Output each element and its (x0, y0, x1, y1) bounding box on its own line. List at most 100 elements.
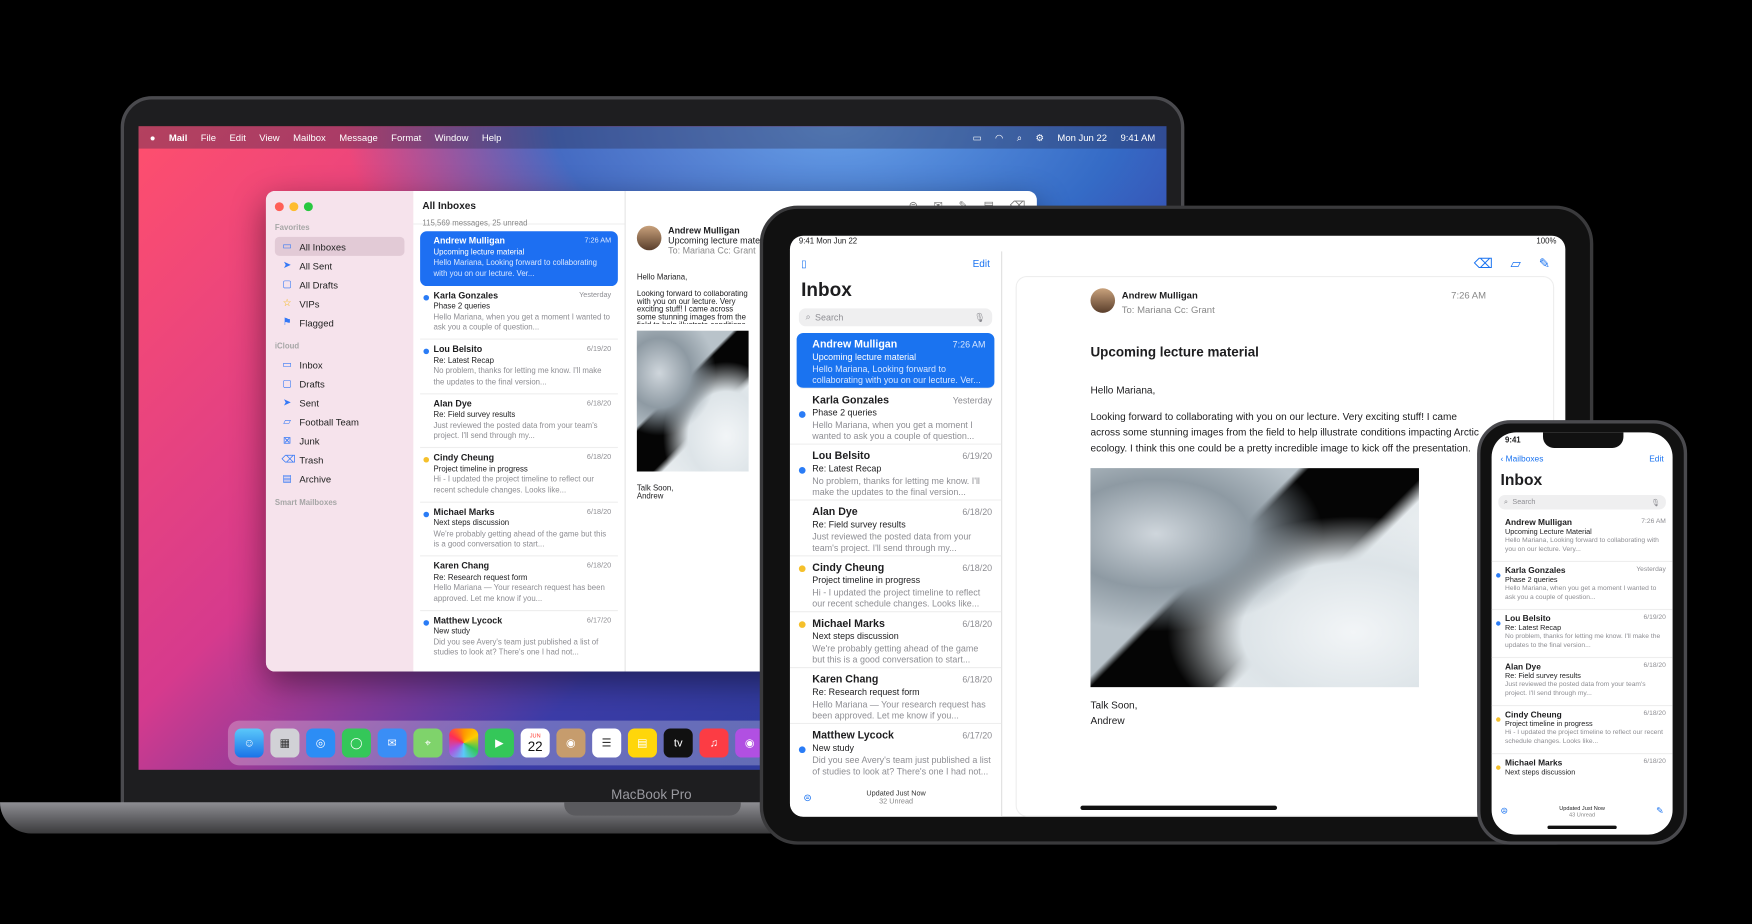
message-body: Looking forward to collaborating with yo… (1090, 411, 1479, 454)
launchpad-icon[interactable]: ▦ (270, 728, 300, 758)
reminders-icon[interactable]: ☰ (592, 728, 622, 758)
flag-dot (1496, 765, 1501, 770)
message-row[interactable]: Cindy Cheung 6/18/20 Project timeline in p… (789, 556, 1002, 613)
edit-button[interactable]: Edit (973, 258, 990, 270)
menu-help[interactable]: Help (482, 132, 502, 143)
message-row[interactable]: Karen Chang 6/18/20 Re: Research request f… (789, 668, 1002, 725)
sidebar-item-all-drafts[interactable]: ▢ All Drafts (275, 275, 405, 294)
ipad-device: 9:41 Mon Jun 22 100% ▯ Edit Inbox ⌕ Searc… (759, 205, 1594, 845)
cc-recipient[interactable]: Grant (733, 246, 755, 256)
menu-date[interactable]: Mon Jun 22 (1057, 131, 1107, 143)
search-input[interactable]: ⌕ Search 🎙 (1498, 494, 1666, 510)
calendar-icon[interactable]: JUN 22 (520, 728, 550, 758)
list-subtitle: 115,569 messages, 25 unread (422, 220, 528, 228)
notes-icon[interactable]: ▤ (627, 728, 657, 758)
sidebar-item-inbox[interactable]: ▭ Inbox (275, 355, 405, 374)
menu-time[interactable]: 9:41 AM (1120, 131, 1155, 143)
flag-dot (1496, 717, 1501, 722)
sidebar-item-drafts[interactable]: ▢ Drafts (275, 374, 405, 393)
filter-icon[interactable]: ⊜ (803, 792, 811, 804)
menu-format[interactable]: Format (391, 132, 421, 143)
maps-icon[interactable]: ⌖ (413, 728, 443, 758)
wifi-icon[interactable]: ◠ (995, 131, 1003, 143)
message-row[interactable]: Lou Belsito 6/19/20 Re: Latest Recap No pro… (420, 340, 618, 394)
facetime-icon[interactable]: ▶ (484, 728, 514, 758)
window-controls (274, 202, 405, 212)
compose-icon[interactable]: ✎ (1539, 256, 1550, 272)
microphone-icon[interactable]: 🎙 (1651, 498, 1660, 507)
minimize-button[interactable] (289, 202, 299, 212)
sidebar-item-trash[interactable]: ⌫ Trash (275, 450, 405, 469)
sidebar-item-sent[interactable]: ➤ Sent (275, 393, 405, 412)
close-button[interactable] (274, 202, 284, 212)
message-row[interactable]: Andrew Mulligan 7:26 AM Upcoming lecture m… (796, 332, 995, 389)
message-row[interactable]: Karla Gonzales Yesterday Phase 2 queries He… (1491, 562, 1673, 611)
sidebar-item-all-sent[interactable]: ➤ All Sent (275, 256, 405, 275)
message-row[interactable]: Cindy Cheung 6/18/20 Project timeline in p… (420, 448, 618, 503)
message-row[interactable]: Cindy Cheung 6/18/20 Project timeline in p… (1491, 706, 1673, 755)
message-row[interactable]: Alan Dye 6/18/20 Re: Field survey results J… (420, 394, 618, 449)
menu-message[interactable]: Message (339, 132, 378, 143)
cc-recipient[interactable]: Grant (1191, 304, 1215, 315)
folder-icon[interactable]: ▱ (1511, 256, 1521, 272)
flag-icon: ⚑ (282, 316, 292, 328)
sidebar-toggle-icon[interactable]: ▯ (801, 258, 807, 270)
search-icon: ⌕ (1503, 497, 1508, 506)
sidebar-item-junk[interactable]: ⊠ Junk (275, 431, 405, 450)
safari-icon[interactable]: ◎ (306, 728, 336, 758)
inbox-icon: ▭ (282, 240, 292, 252)
contacts-icon[interactable]: ◉ (556, 728, 586, 758)
mail-icon[interactable]: ✉ (377, 728, 407, 758)
ipad-toolbar: ⌫ ▱ ✎ (1474, 256, 1550, 272)
sidebar-item-vips[interactable]: ☆ VIPs (275, 294, 405, 313)
menu-window[interactable]: Window (435, 132, 469, 143)
back-button[interactable]: ‹ Mailboxes (1501, 454, 1544, 464)
edit-button[interactable]: Edit (1649, 454, 1663, 464)
menu-mailbox[interactable]: Mailbox (293, 132, 326, 143)
search-icon[interactable]: ⌕ (1017, 131, 1022, 143)
filter-icon[interactable]: ⊜ (1501, 806, 1508, 816)
message-row[interactable]: Matthew Lycock 6/17/20 New study Did you se… (790, 724, 1001, 780)
message-row[interactable]: Lou Belsito 6/19/20 Re: Latest Recap No pro… (789, 445, 1002, 501)
sidebar-item-football-team[interactable]: ▱ Football Team (275, 412, 405, 431)
message-row[interactable]: Karla Gonzales Yesterday Phase 2 queries He… (420, 285, 618, 340)
sidebar-item-flagged[interactable]: ⚑ Flagged (275, 313, 405, 332)
search-input[interactable]: ⌕ Search 🎙 (798, 308, 993, 327)
trash-icon[interactable]: ⌫ (1474, 256, 1493, 272)
message-row[interactable]: Michael Marks 6/18/20 Next steps discussio… (420, 502, 618, 557)
apple-tv-icon[interactable]: tv (663, 728, 693, 758)
menu-view[interactable]: View (259, 132, 279, 143)
battery-icon[interactable]: ▭ (973, 131, 982, 143)
message-subject: Upcoming lecture material (1090, 344, 1259, 361)
message-row[interactable]: Lou Belsito 6/19/20 Re: Latest Recap No pro… (1491, 610, 1673, 659)
message-row[interactable]: Michael Marks 6/18/20 Next steps discussio… (1492, 754, 1673, 783)
menu-file[interactable]: File (201, 132, 216, 143)
sidebar-item-all-inboxes[interactable]: ▭ All Inboxes (274, 236, 405, 256)
message-row[interactable]: Andrew Mulligan 7:26 AM Upcoming lecture m… (420, 231, 618, 286)
flag-dot (798, 621, 806, 628)
to-recipient[interactable]: Mariana (683, 246, 715, 256)
menu-app-name[interactable]: Mail (169, 132, 187, 143)
compose-icon[interactable]: ✎ (1656, 806, 1663, 816)
message-row[interactable]: Karen Chang 6/18/20 Re: Research request f… (420, 556, 618, 611)
photos-icon[interactable] (449, 728, 479, 758)
apple-menu-icon[interactable]: ● (150, 132, 156, 143)
search-icon: ⌕ (805, 311, 811, 322)
to-recipient[interactable]: Mariana (1137, 304, 1171, 315)
message-row[interactable]: Karla Gonzales Yesterday Phase 2 queries He… (789, 389, 1002, 445)
control-center-icon[interactable]: ⚙ (1035, 131, 1044, 143)
music-icon[interactable]: ♫ (699, 728, 729, 758)
message-row[interactable]: Matthew Lycock 6/17/20 New study Did you se… (420, 611, 618, 665)
menu-edit[interactable]: Edit (229, 132, 245, 143)
microphone-icon[interactable]: 🎙 (974, 312, 985, 322)
zoom-button[interactable] (303, 202, 313, 212)
message-row[interactable]: Michael Marks 6/18/20 Next steps discussio… (789, 612, 1002, 669)
messages-icon[interactable]: ◯ (341, 728, 371, 758)
finder-icon[interactable]: ☺ (234, 728, 264, 758)
message-row[interactable]: Alan Dye 6/18/20 Re: Field survey results J… (1491, 658, 1673, 707)
sidebar-item-archive[interactable]: ▤ Archive (275, 469, 405, 488)
message-row[interactable]: Alan Dye 6/18/20 Re: Field survey results J… (789, 501, 1002, 557)
unread-dot (423, 348, 430, 355)
message-row[interactable]: Andrew Mulligan 7:26 AM Upcoming Lecture M… (1491, 514, 1673, 563)
unread-dot (798, 411, 806, 418)
